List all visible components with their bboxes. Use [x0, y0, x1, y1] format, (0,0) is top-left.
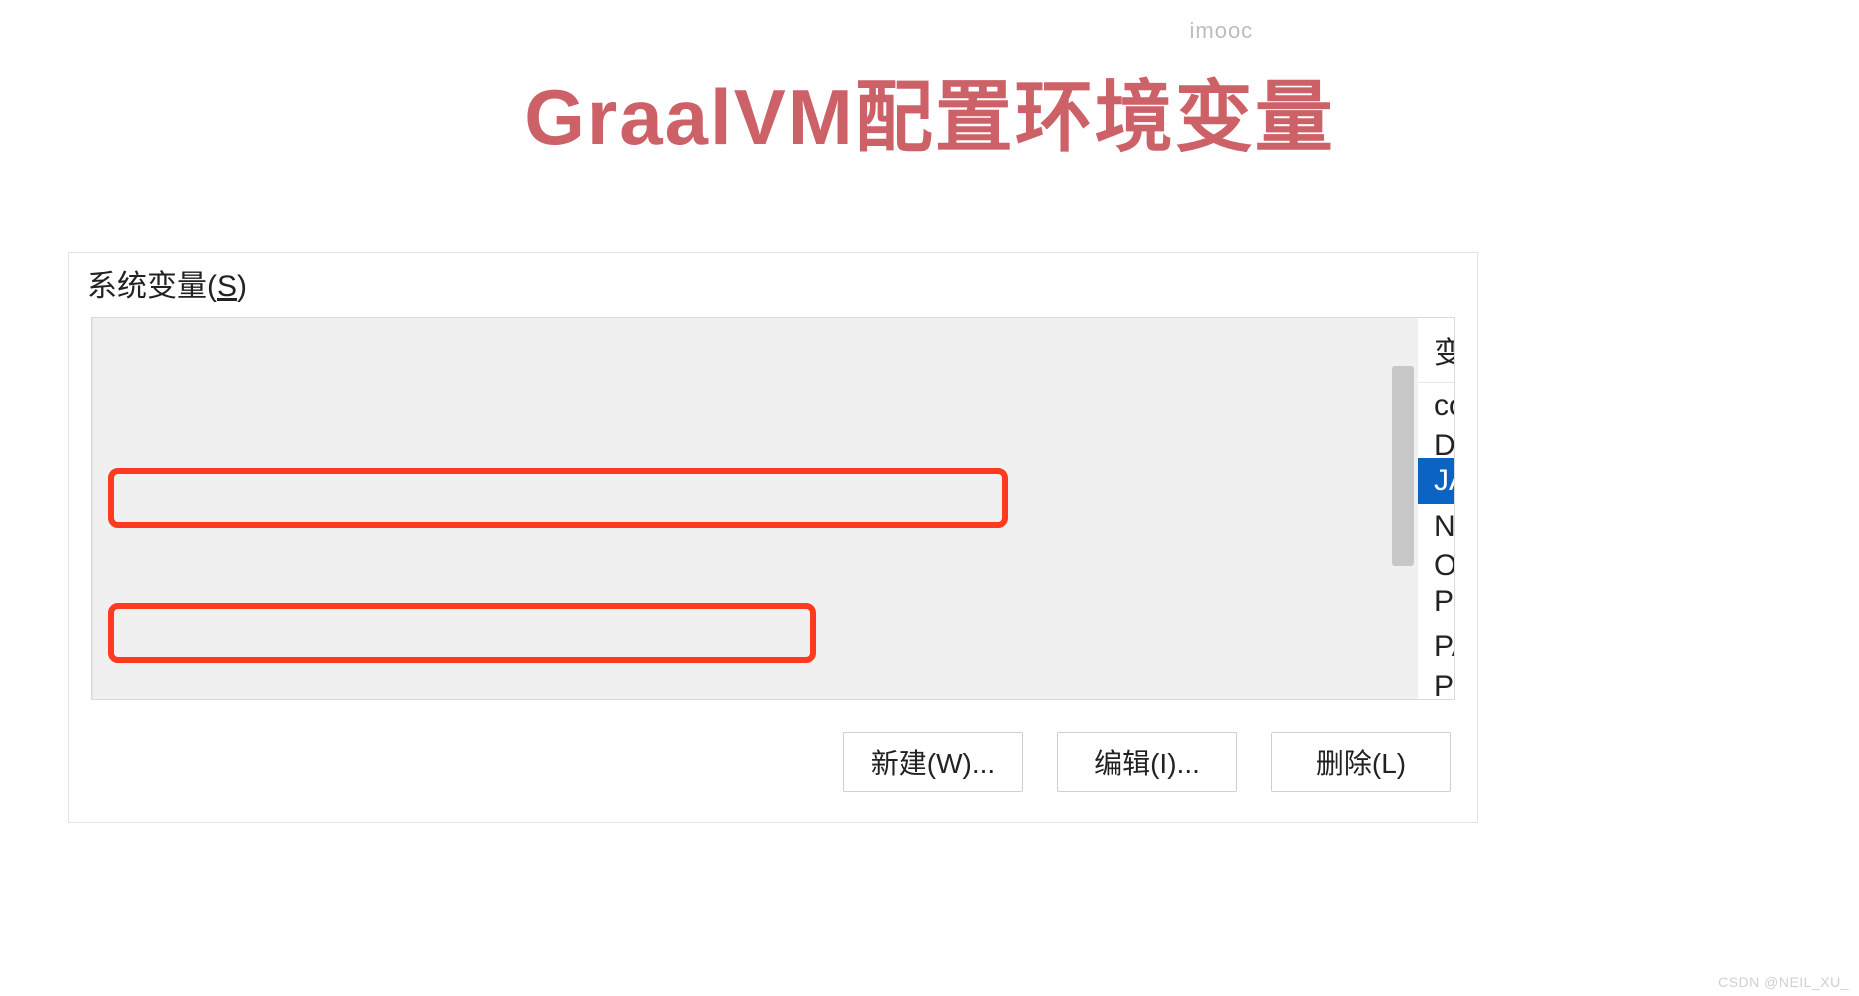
table-row[interactable]: PROCESSOR_ARCHITECTUREAMD64 [1418, 670, 1455, 700]
variables-table-container: 变量 值 configsetrootC:\WINDOWS\ConfigSetRo… [91, 317, 1455, 700]
system-variables-panel: 系统变量(S) 变量 值 configsetrootC:\WINDOWS\Con… [68, 252, 1478, 823]
watermark-bottom: CSDN @NEIL_XU_ [1718, 974, 1849, 990]
section-label-prefix: 系统变量( [87, 270, 217, 303]
section-label: 系统变量(S) [69, 253, 1477, 317]
table-row[interactable]: JAVA_HOMED:\tools\graalvm-ce-java17-22.3… [1418, 458, 1455, 504]
edit-button[interactable]: 编辑(I)... [1057, 732, 1237, 792]
cell-variable-name: Path [1418, 579, 1455, 625]
scrollbar-track[interactable] [92, 318, 1418, 699]
cell-variable-name: configsetroot [1418, 383, 1455, 429]
section-label-suffix: ) [237, 270, 247, 303]
cell-variable-name: DriverData [1418, 429, 1455, 459]
cell-variable-name: PROCESSOR_ARCHITECTURE [1418, 670, 1455, 700]
table-row[interactable]: NUMBER_OF_PROCESSORS12 [1418, 504, 1455, 550]
table-row[interactable]: PATHEXT.COM;.EXE;.BAT;.CMD;.VBS;.VBE;.JS… [1418, 624, 1455, 670]
button-bar: 新建(W)... 编辑(I)... 删除(L) [69, 732, 1451, 792]
table-header-row: 变量 值 [1418, 318, 1455, 383]
cell-variable-name: OS [1418, 549, 1455, 579]
section-label-hotkey: S [217, 270, 237, 303]
cell-variable-name: NUMBER_OF_PROCESSORS [1418, 504, 1455, 550]
table-row[interactable]: OSWindows_NT [1418, 549, 1455, 579]
scrollbar-thumb[interactable] [1392, 366, 1414, 566]
table-row[interactable]: configsetrootC:\WINDOWS\ConfigSetRoot [1418, 383, 1455, 429]
variables-table[interactable]: 变量 值 configsetrootC:\WINDOWS\ConfigSetRo… [1418, 318, 1455, 699]
cell-variable-name: JAVA_HOME [1418, 458, 1455, 504]
watermark-top: imooc [1190, 18, 1254, 44]
table-row[interactable]: DriverDataC:\Windows\System32\Drivers\Dr… [1418, 429, 1455, 459]
page-title: GraalVM配置环境变量 [0, 55, 1859, 167]
delete-button[interactable]: 删除(L) [1271, 732, 1451, 792]
new-button[interactable]: 新建(W)... [843, 732, 1023, 792]
cell-variable-name: PATHEXT [1418, 624, 1455, 670]
column-header-name[interactable]: 变量 [1418, 318, 1455, 383]
table-row[interactable]: Path%JAVA_HOME%\bin;C:\Program Files (x8… [1418, 579, 1455, 625]
